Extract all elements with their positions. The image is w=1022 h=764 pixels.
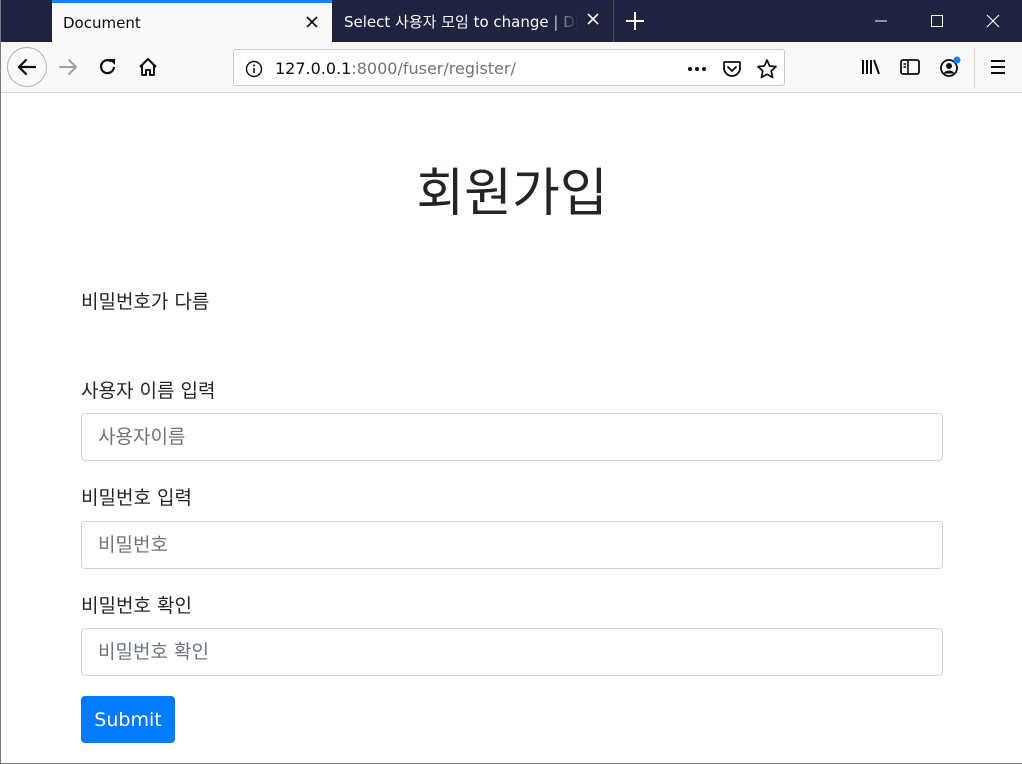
error-message: 비밀번호가 다름 xyxy=(81,291,210,313)
tab-document[interactable]: Document xyxy=(52,0,332,42)
new-tab-icon[interactable] xyxy=(623,9,647,33)
url-host: 127.0.0.1 xyxy=(275,59,352,78)
sidebar-icon[interactable] xyxy=(893,50,927,84)
back-icon[interactable] xyxy=(7,47,47,87)
library-icon[interactable] xyxy=(854,50,888,84)
tab-strip: Document Select 사용자 모임 to change | Djang… xyxy=(1,0,1022,42)
password-label: 비밀번호 입력 xyxy=(81,487,192,509)
page-content: 회원가입 비밀번호가 다름 사용자 이름 입력 비밀번호 입력 비밀번호 확인 … xyxy=(2,93,1022,763)
forward-icon[interactable] xyxy=(51,50,85,84)
password-confirm-input[interactable] xyxy=(81,628,943,676)
bookmark-star-icon[interactable] xyxy=(756,58,778,80)
minimize-icon[interactable] xyxy=(853,0,909,42)
username-label: 사용자 이름 입력 xyxy=(81,380,216,402)
account-icon[interactable] xyxy=(933,50,967,84)
close-icon[interactable] xyxy=(965,0,1021,42)
navigation-toolbar: 127.0.0.1:8000/fuser/register/ xyxy=(1,42,1022,93)
username-input[interactable] xyxy=(81,413,943,461)
tab-django-admin[interactable]: Select 사용자 모임 to change | Django xyxy=(332,0,614,42)
password-confirm-label: 비밀번호 확인 xyxy=(81,595,192,617)
reload-icon[interactable] xyxy=(91,50,125,84)
url-path: :8000/fuser/register/ xyxy=(351,59,516,78)
url-text: 127.0.0.1:8000/fuser/register/ xyxy=(275,59,516,78)
tab-title: Select 사용자 모임 to change | Django xyxy=(344,12,578,31)
home-icon[interactable] xyxy=(131,50,165,84)
page-title: 회원가입 xyxy=(416,164,608,224)
close-tab-icon[interactable] xyxy=(304,14,320,30)
more-icon[interactable] xyxy=(686,58,708,80)
maximize-icon[interactable] xyxy=(909,0,965,42)
browser-window: Document Select 사용자 모임 to change | Djang… xyxy=(0,0,1022,764)
pocket-icon[interactable] xyxy=(721,58,743,80)
info-icon[interactable] xyxy=(243,58,265,80)
menu-icon[interactable] xyxy=(981,50,1015,84)
close-tab-icon[interactable] xyxy=(585,11,601,27)
password-input[interactable] xyxy=(81,521,943,569)
url-bar[interactable]: 127.0.0.1:8000/fuser/register/ xyxy=(233,49,785,86)
tab-title: Document xyxy=(63,13,141,32)
submit-button[interactable]: Submit xyxy=(81,696,175,743)
toolbar-separator xyxy=(974,48,975,88)
